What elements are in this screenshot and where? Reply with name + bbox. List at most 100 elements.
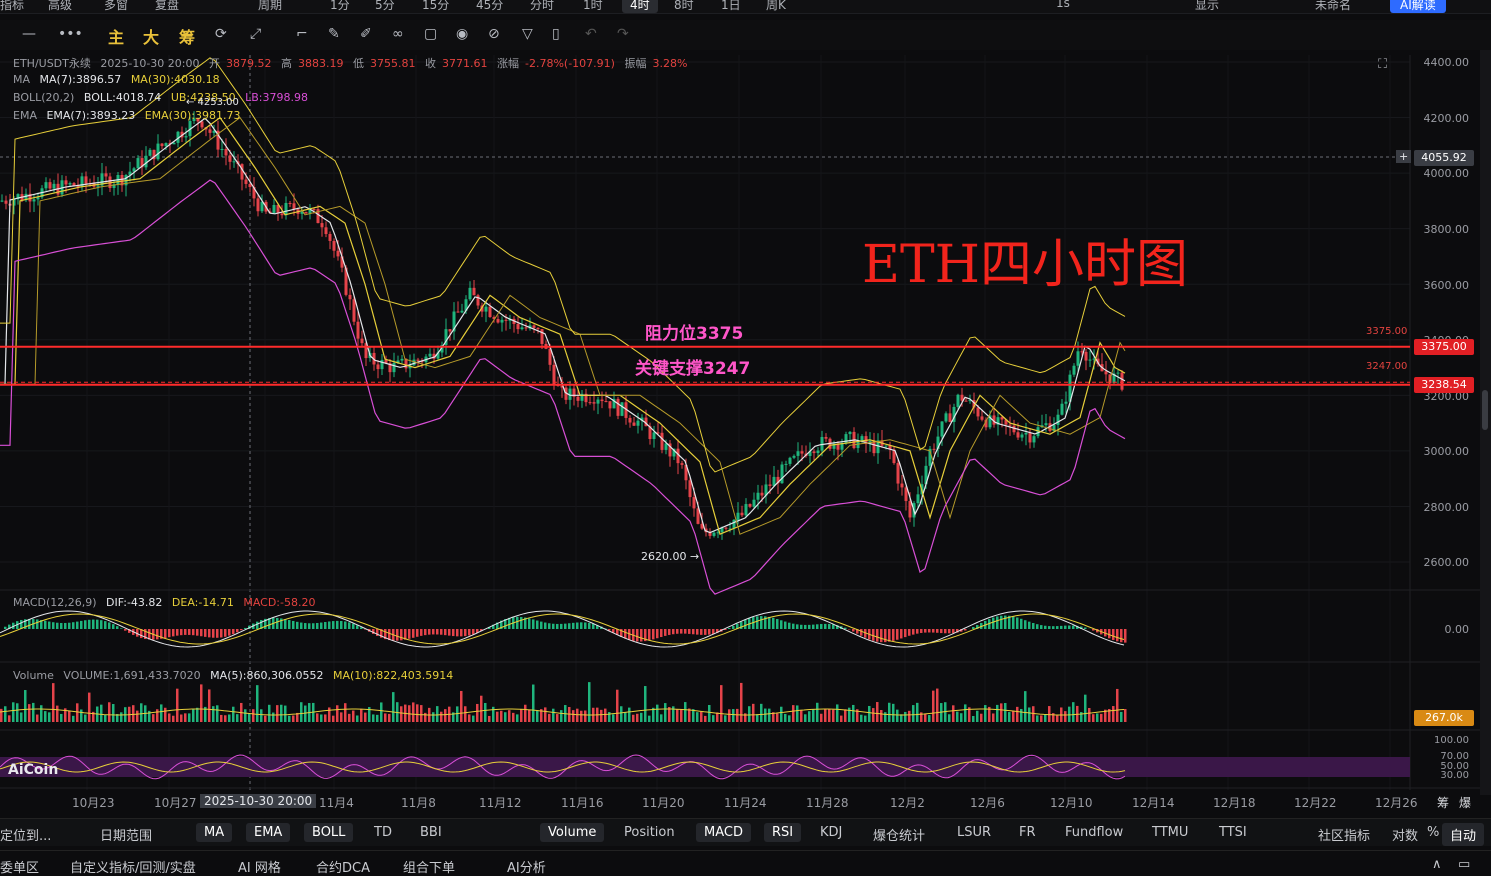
kdj-indicator[interactable]: KDJ xyxy=(820,825,842,840)
tf-4h[interactable]: 4时 xyxy=(622,0,658,13)
measure-icon[interactable]: ⤢ xyxy=(250,26,261,42)
chip-distribution-toggle[interactable]: 筹 xyxy=(1437,794,1449,811)
main-chart-toggle[interactable]: 主 xyxy=(108,24,124,48)
multi-window-button[interactable]: 多窗 xyxy=(104,0,128,13)
tab-ai-grid[interactable]: AI 网格 xyxy=(238,857,281,876)
tab-ai-analysis[interactable]: AI分析 xyxy=(507,857,546,876)
boll-indicator[interactable]: BOLL xyxy=(304,823,353,842)
tf-8h[interactable]: 8时 xyxy=(674,0,694,13)
percent-toggle[interactable]: % xyxy=(1427,825,1439,840)
volume-bar xyxy=(1048,706,1051,722)
macd-bar xyxy=(204,629,207,637)
date-range-button[interactable]: 日期范围 xyxy=(100,825,152,844)
fullscreen-icon[interactable]: ⛶ xyxy=(1378,57,1387,72)
ema-legend[interactable]: EMA EMA(7):3893.23 EMA(30):3981.73 xyxy=(13,109,246,122)
draw-tool-icon[interactable]: ⟳ xyxy=(215,26,227,42)
add-alert-icon[interactable]: + xyxy=(1396,150,1411,163)
macd-indicator[interactable]: MACD xyxy=(696,823,751,842)
more-dots-icon[interactable]: ••• xyxy=(58,26,83,42)
fr-indicator[interactable]: FR xyxy=(1019,825,1036,840)
candle-body xyxy=(817,451,820,454)
liquidation-toggle[interactable]: 爆 xyxy=(1459,794,1471,811)
trash-icon[interactable]: ▯ xyxy=(552,26,560,42)
scrollbar-thumb[interactable] xyxy=(1482,390,1488,430)
collapse-icon[interactable]: ∧ xyxy=(1432,857,1442,872)
tab-contract-dca[interactable]: 合约DCA xyxy=(316,857,370,876)
kline-chart[interactable] xyxy=(0,50,1480,795)
fundflow-indicator[interactable]: Fundflow xyxy=(1065,825,1123,840)
vertical-scrollbar[interactable] xyxy=(1480,50,1491,795)
filter-icon[interactable]: ▽ xyxy=(522,26,533,42)
tf-1s[interactable]: 1s xyxy=(1056,0,1070,10)
volume-bar xyxy=(680,710,683,722)
auto-scale-toggle[interactable]: 自动 xyxy=(1442,823,1484,846)
volume-bar xyxy=(788,715,791,722)
layout-name[interactable]: 未命名 xyxy=(1315,0,1351,13)
macd-bar xyxy=(1064,626,1067,629)
bbi-indicator[interactable]: BBI xyxy=(420,825,442,840)
volume-indicator[interactable]: Volume xyxy=(540,823,604,842)
candle-body xyxy=(577,397,580,401)
eye-icon[interactable]: ◉ xyxy=(456,26,468,42)
volume-legend[interactable]: Volume VOLUME:1,691,433.7020 MA(5):860,3… xyxy=(13,669,459,682)
ma-legend[interactable]: MA MA(7):3896.57 MA(30):4030.18 xyxy=(13,73,226,86)
tf-1w[interactable]: 周K xyxy=(766,0,786,13)
position-indicator[interactable]: Position xyxy=(624,825,675,840)
large-order-toggle[interactable]: 大 xyxy=(143,24,159,48)
candle-body xyxy=(185,136,188,137)
locate-button[interactable]: 定位到... xyxy=(0,825,51,844)
advanced-button[interactable]: 高级 xyxy=(48,0,72,13)
td-indicator[interactable]: TD xyxy=(374,825,392,840)
tf-15m[interactable]: 15分 xyxy=(422,0,449,13)
volume-bar xyxy=(400,706,403,722)
log-scale-toggle[interactable]: 对数 xyxy=(1392,825,1418,844)
candle-body xyxy=(733,520,736,529)
ai-read-button[interactable]: AI解读 xyxy=(1390,0,1446,13)
candle-body xyxy=(977,408,980,417)
candle-body xyxy=(137,158,140,168)
macd-bar xyxy=(208,629,211,637)
boll-legend[interactable]: BOLL(20,2) BOLL:4018.74 UB:4238.50 LB:37… xyxy=(13,91,314,104)
chip-toggle[interactable]: 筹 xyxy=(179,24,195,48)
ema-indicator[interactable]: EMA xyxy=(246,823,290,842)
macd-bar xyxy=(320,623,323,629)
ttsi-indicator[interactable]: TTSI xyxy=(1219,825,1247,840)
indicators-button[interactable]: 指标 xyxy=(0,0,24,13)
tab-combo-order[interactable]: 组合下单 xyxy=(403,857,455,876)
tab-order-area[interactable]: 委单区 xyxy=(0,857,39,876)
brush-icon[interactable]: ✐ xyxy=(360,26,372,42)
redo-icon[interactable]: ↷ xyxy=(617,26,629,42)
replay-button[interactable]: 复盘 xyxy=(155,0,179,13)
magnet-icon[interactable]: ∞ xyxy=(392,26,404,42)
liquidation-stats-indicator[interactable]: 爆仓统计 xyxy=(873,825,925,844)
low-marker: 2620.00 → xyxy=(641,550,699,563)
macd-bar xyxy=(908,629,911,636)
volume-bar xyxy=(236,714,239,722)
community-indicator[interactable]: 社区指标 xyxy=(1318,825,1370,844)
macd-bar xyxy=(508,618,511,629)
rsi-indicator[interactable]: RSI xyxy=(764,823,801,842)
tf-1m[interactable]: 1分 xyxy=(330,0,350,13)
window-icon[interactable]: ▭ xyxy=(1458,857,1470,872)
candle-body xyxy=(761,493,764,496)
tf-45m[interactable]: 45分 xyxy=(476,0,503,13)
undo-icon[interactable]: ↶ xyxy=(585,26,597,42)
tf-1d[interactable]: 1日 xyxy=(721,0,741,13)
trendline-icon[interactable]: ⌐ xyxy=(296,26,308,42)
ma-indicator[interactable]: MA xyxy=(196,823,232,842)
pencil-icon[interactable]: ✎ xyxy=(328,26,340,42)
volume-bar xyxy=(764,709,767,722)
tf-time[interactable]: 分时 xyxy=(530,0,554,13)
tab-custom-indicator[interactable]: 自定义指标/回测/实盘 xyxy=(70,857,196,876)
period-dropdown[interactable]: 周期 xyxy=(258,0,282,13)
lsur-indicator[interactable]: LSUR xyxy=(957,825,991,840)
ttmu-indicator[interactable]: TTMU xyxy=(1152,825,1188,840)
tf-5m[interactable]: 5分 xyxy=(375,0,395,13)
line-tool-icon[interactable]: — xyxy=(22,26,36,42)
lock-icon[interactable]: ▢ xyxy=(424,26,437,42)
tf-1h[interactable]: 1时 xyxy=(583,0,603,13)
display-button[interactable]: 显示 xyxy=(1195,0,1219,13)
sync-icon[interactable]: ⊘ xyxy=(488,26,500,42)
macd-legend[interactable]: MACD(12,26,9) DIF:-43.82 DEA:-14.71 MACD… xyxy=(13,596,321,609)
support-annotation: 关键支撑3247 xyxy=(635,354,750,379)
